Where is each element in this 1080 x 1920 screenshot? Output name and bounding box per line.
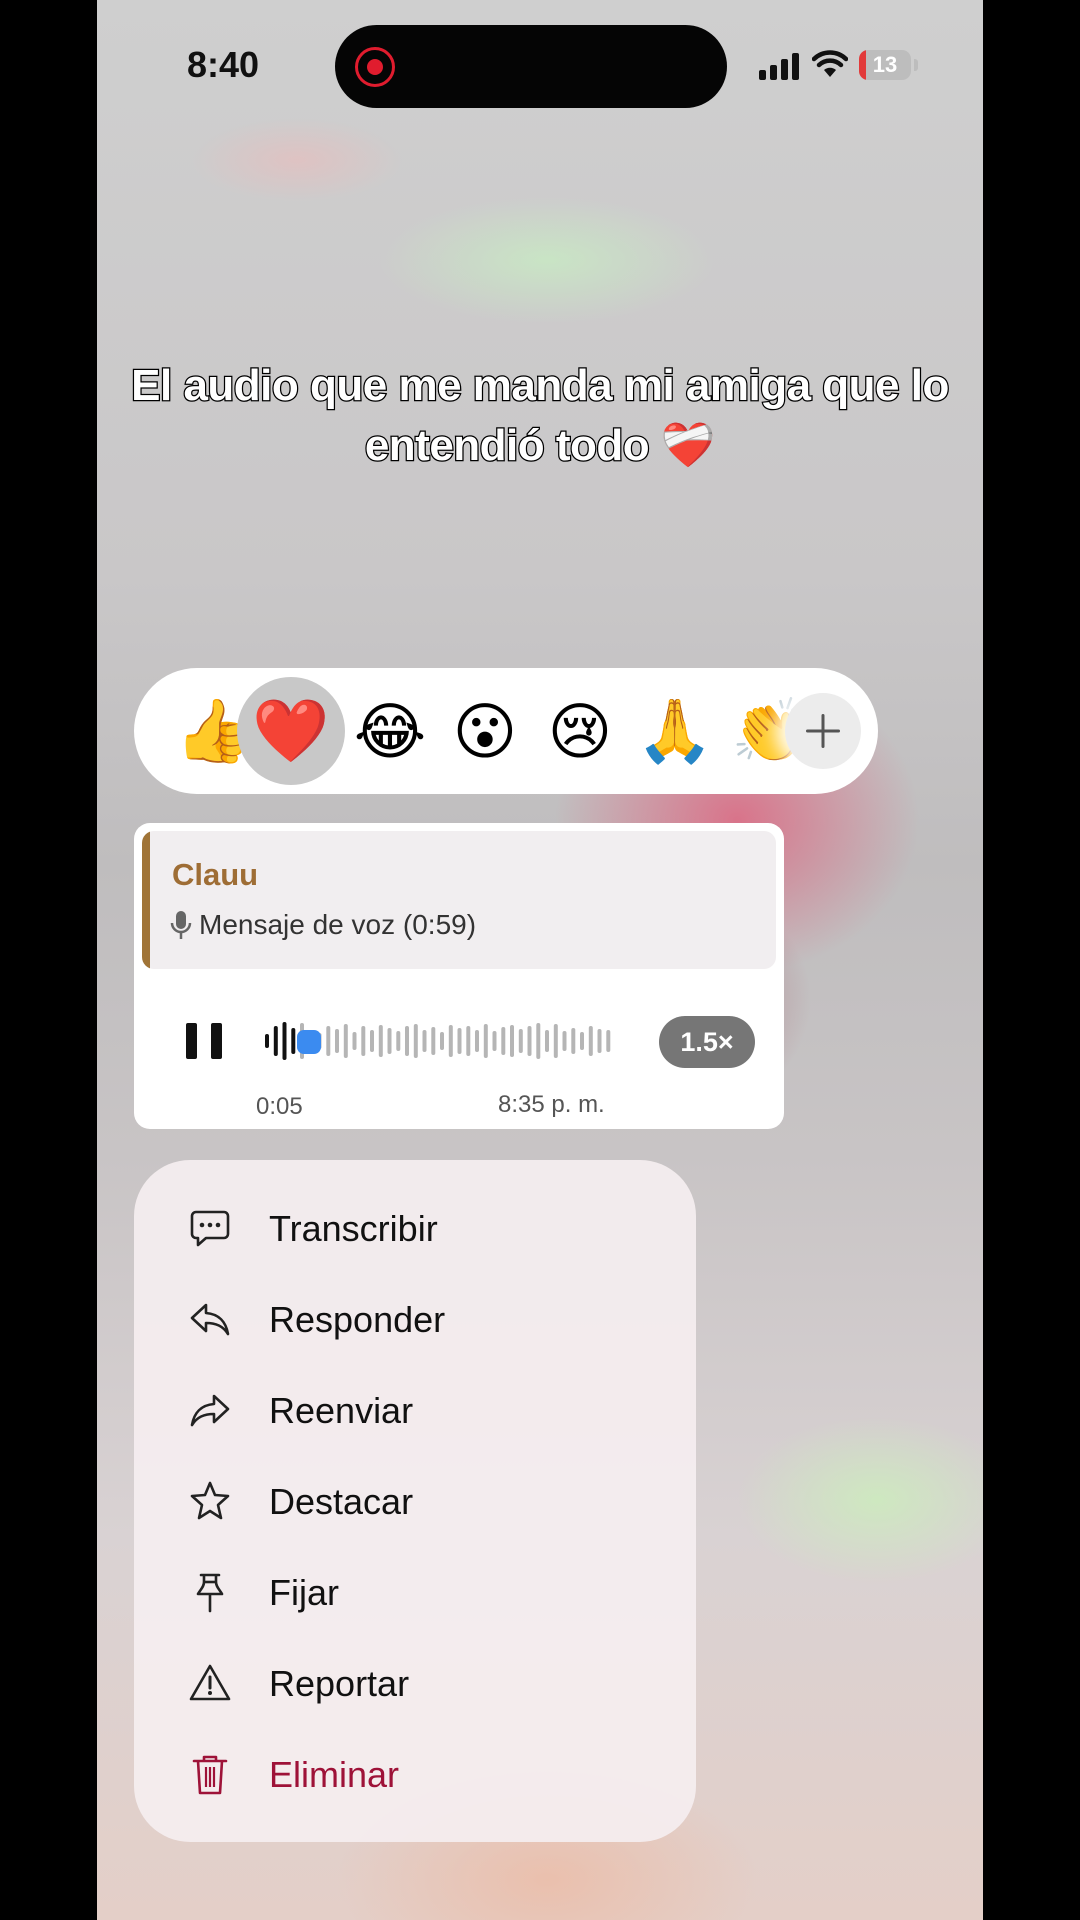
waveform-bar bbox=[361, 1026, 366, 1056]
playback-scrubber[interactable] bbox=[296, 1030, 321, 1054]
waveform-bar bbox=[562, 1031, 567, 1051]
pin-icon bbox=[196, 1573, 224, 1613]
menu-label: Eliminar bbox=[269, 1754, 400, 1795]
battery-icon: 13 bbox=[859, 50, 911, 80]
reply-icon bbox=[190, 1303, 230, 1336]
reaction-surprised[interactable]: 😮 bbox=[435, 681, 535, 781]
status-time: 8:40 bbox=[187, 44, 260, 85]
microphone-icon bbox=[170, 911, 192, 939]
speech-bubble-icon bbox=[190, 1210, 230, 1247]
menu-item-responder[interactable]: Responder bbox=[134, 1279, 696, 1359]
menu-item-transcribir[interactable]: Transcribir bbox=[134, 1188, 696, 1268]
trash-icon bbox=[192, 1755, 228, 1795]
menu-item-eliminar[interactable]: Eliminar bbox=[134, 1734, 696, 1814]
waveform-bar bbox=[352, 1032, 357, 1050]
quoted-text-row: Mensaje de voz (0:59) bbox=[169, 909, 476, 941]
waveform-bar bbox=[282, 1022, 287, 1060]
quoted-text: Mensaje de voz (0:59) bbox=[199, 909, 477, 940]
reaction-praying-hands[interactable]: 🙏 bbox=[625, 681, 725, 781]
context-menu: Transcribir Responder Reenviar Destacar bbox=[134, 1160, 696, 1842]
waveform-bar bbox=[440, 1032, 444, 1050]
video-caption: El audio que me manda mi amiga que lo en… bbox=[130, 360, 951, 472]
quoted-message[interactable]: Clauu Mensaje de voz (0:59) bbox=[142, 831, 776, 969]
dynamic-island bbox=[335, 25, 727, 108]
menu-label: Reenviar bbox=[269, 1390, 414, 1431]
playback-speed-button[interactable]: 1.5× bbox=[659, 1016, 755, 1068]
menu-item-reportar[interactable]: Reportar bbox=[134, 1643, 696, 1723]
waveform-bar bbox=[448, 1025, 453, 1057]
waveform-bar bbox=[396, 1031, 401, 1051]
message-timestamp: 8:35 p. m. bbox=[498, 1091, 605, 1118]
waveform-bar bbox=[466, 1026, 471, 1056]
pause-icon[interactable] bbox=[186, 1023, 222, 1059]
waveform-bar bbox=[265, 1034, 269, 1048]
waveform-bar bbox=[405, 1026, 409, 1056]
waveform-bar bbox=[291, 1028, 296, 1054]
waveform-bar bbox=[510, 1025, 514, 1057]
waveform-bar bbox=[518, 1029, 523, 1053]
waveform-bar bbox=[597, 1029, 602, 1053]
menu-item-fijar[interactable]: Fijar bbox=[134, 1552, 696, 1632]
battery-tip bbox=[914, 59, 918, 71]
waveform-bar bbox=[326, 1026, 331, 1056]
menu-item-reenviar[interactable]: Reenviar bbox=[134, 1370, 696, 1450]
waveform-bar bbox=[580, 1032, 584, 1050]
waveform-bar bbox=[273, 1026, 278, 1056]
waveform-bar bbox=[536, 1023, 541, 1059]
reaction-crying[interactable]: 😢 bbox=[530, 681, 630, 781]
waveform-bar bbox=[387, 1028, 392, 1054]
waveform-bar bbox=[588, 1026, 593, 1056]
waveform-bar bbox=[606, 1030, 611, 1052]
waveform-bar bbox=[527, 1026, 532, 1056]
menu-label: Transcribir bbox=[269, 1208, 438, 1249]
waveform-bar bbox=[343, 1024, 348, 1058]
battery-level: 13 bbox=[872, 52, 898, 77]
star-icon bbox=[190, 1481, 230, 1520]
menu-label: Fijar bbox=[269, 1572, 339, 1613]
waveform-bar bbox=[545, 1030, 549, 1052]
more-reactions-plus-icon[interactable] bbox=[785, 693, 861, 769]
waveform-bar bbox=[335, 1029, 339, 1053]
menu-label: Reportar bbox=[269, 1663, 410, 1704]
cellular-signal-icon bbox=[759, 52, 803, 80]
voice-message-bubble[interactable]: Clauu Mensaje de voz (0:59) 1.5× 0:05 8:… bbox=[134, 823, 784, 1129]
warning-icon bbox=[189, 1664, 231, 1701]
menu-item-destacar[interactable]: Destacar bbox=[134, 1461, 696, 1541]
waveform-bar bbox=[492, 1031, 497, 1051]
reaction-bar: 👍 ❤️ 😂 😮 😢 🙏 👏 bbox=[134, 668, 878, 794]
waveform-bar bbox=[475, 1030, 479, 1052]
waveform-bar bbox=[378, 1025, 383, 1057]
reaction-laughing[interactable]: 😂 bbox=[340, 681, 440, 781]
screen: 8:40 13 El audio que me manda mi amiga q… bbox=[97, 0, 983, 1920]
quote-accent-bar bbox=[142, 831, 150, 969]
waveform-bar bbox=[370, 1030, 374, 1052]
waveform-bar bbox=[571, 1028, 576, 1054]
waveform-bar bbox=[553, 1024, 558, 1058]
menu-label: Responder bbox=[269, 1299, 446, 1340]
forward-icon bbox=[190, 1394, 230, 1427]
wifi-icon bbox=[812, 50, 848, 77]
waveform-bar bbox=[483, 1024, 488, 1058]
elapsed-time: 0:05 bbox=[256, 1093, 303, 1120]
waveform-bar bbox=[457, 1028, 462, 1054]
waveform-bar bbox=[501, 1027, 506, 1055]
screen-recording-icon bbox=[355, 47, 395, 87]
menu-label: Destacar bbox=[269, 1481, 414, 1522]
reaction-heart[interactable]: ❤️ bbox=[237, 677, 345, 785]
waveform-bar bbox=[431, 1027, 436, 1055]
waveform-bar bbox=[413, 1024, 418, 1058]
quoted-author: Clauu bbox=[172, 857, 259, 892]
waveform-bar bbox=[422, 1030, 427, 1052]
